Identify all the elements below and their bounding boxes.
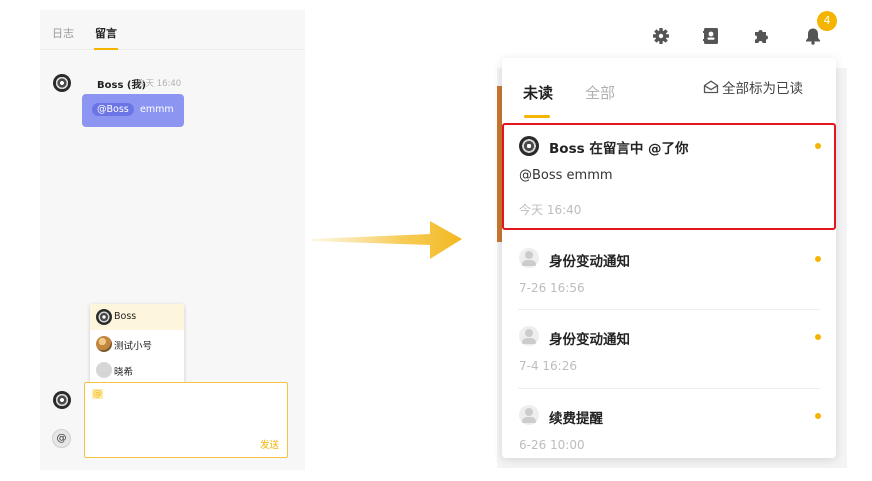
unread-dot xyxy=(815,256,821,262)
divider xyxy=(518,309,820,310)
notification-popover: 未读 全部 全部标为已读 Boss 在留言中 @了你 @Boss emmm 今天… xyxy=(502,58,836,458)
notification-item[interactable]: 身份变动通知 7-26 16:56 xyxy=(502,238,836,302)
active-tab-indicator xyxy=(94,48,118,50)
gear-icon[interactable] xyxy=(651,26,671,46)
mention-tag[interactable]: @Boss xyxy=(92,103,134,116)
user-icon xyxy=(519,405,539,425)
mention-option-label: Boss xyxy=(114,311,137,322)
envelope-open-icon[interactable] xyxy=(703,80,719,94)
mention-option[interactable]: 测试小号 xyxy=(90,331,184,357)
tab-log[interactable]: 日志 xyxy=(52,25,74,41)
notification-item[interactable]: 续费提醒 6-26 10:00 xyxy=(502,395,836,458)
avatar xyxy=(96,309,112,325)
avatar xyxy=(96,336,112,352)
active-tab-indicator xyxy=(524,115,550,118)
mention-option-label: 晓希 xyxy=(114,367,134,378)
message-text: emmm xyxy=(140,104,174,115)
message-input[interactable]: @ 发送 xyxy=(84,382,288,458)
mention-dropdown: Boss 测试小号 晓希 xyxy=(90,304,184,384)
arrow-right-icon xyxy=(312,221,462,259)
message-panel: 日志 留言 Boss (我) 今天 16:40 @Boss emmm Boss … xyxy=(40,10,305,470)
mark-all-read-button[interactable]: 全部标为已读 xyxy=(722,77,803,97)
mention-button[interactable]: @ xyxy=(52,429,71,448)
divider xyxy=(518,388,820,389)
message-time: 今天 16:40 xyxy=(137,79,182,89)
tab-messages[interactable]: 留言 xyxy=(95,25,117,41)
notification-time: 7-4 16:26 xyxy=(519,359,577,373)
message-bubble: @Boss emmm xyxy=(82,94,184,127)
notification-area: 4 未读 全部 全部标为已读 Boss 在留言中 @了你 @Boss emmm … xyxy=(497,0,847,470)
panel-tabs: 日志 留言 xyxy=(40,10,305,50)
mention-option[interactable]: 晓希 xyxy=(90,357,184,383)
highlight-frame xyxy=(502,123,836,230)
puzzle-icon[interactable] xyxy=(751,26,771,46)
user-icon xyxy=(519,248,539,268)
user-icon xyxy=(519,326,539,346)
notification-time: 6-26 10:00 xyxy=(519,438,585,452)
notification-count-badge: 4 xyxy=(817,11,837,31)
notification-title: 续费提醒 xyxy=(549,411,603,427)
tab-all[interactable]: 全部 xyxy=(585,82,615,103)
unread-dot xyxy=(815,334,821,340)
contacts-icon[interactable] xyxy=(701,26,721,46)
send-button[interactable]: 发送 xyxy=(260,437,279,451)
avatar xyxy=(96,362,112,378)
mention-option-label: 测试小号 xyxy=(114,341,153,352)
unread-dot xyxy=(815,413,821,419)
notification-title: 身份变动通知 xyxy=(549,254,630,270)
mention-option[interactable]: Boss xyxy=(90,304,184,330)
avatar xyxy=(53,74,71,92)
tab-unread[interactable]: 未读 xyxy=(523,82,553,103)
avatar xyxy=(53,391,71,409)
notification-time: 7-26 16:56 xyxy=(519,281,585,295)
input-value: @ xyxy=(92,389,103,399)
notification-item[interactable]: 身份变动通知 7-4 16:26 xyxy=(502,316,836,380)
notification-title: 身份变动通知 xyxy=(549,332,630,348)
